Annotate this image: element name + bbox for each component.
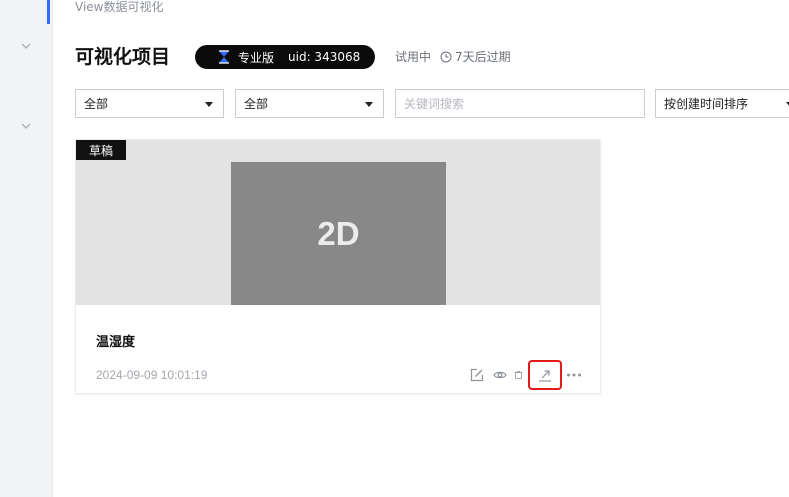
more-icon[interactable]	[564, 367, 584, 383]
project-card[interactable]: 2D 草稿 温湿度 2024-09-09 10:01:19	[75, 139, 601, 394]
plan-name: 专业版	[238, 50, 275, 65]
sort-select-value: 按创建时间排序	[664, 97, 749, 111]
share-icon	[539, 370, 551, 382]
plan-badge: 专业版 uid: 343068	[195, 45, 375, 69]
clock-icon	[440, 51, 452, 63]
trial-status: 试用中	[395, 50, 432, 64]
search-input[interactable]	[395, 89, 645, 118]
draft-tag: 草稿	[76, 140, 126, 160]
edit-icon[interactable]	[469, 367, 485, 383]
project-name: 温湿度	[96, 335, 136, 350]
trial-info: 试用中 7天后过期	[395, 49, 511, 65]
eye-icon[interactable]	[492, 367, 508, 383]
filter-select-1-value: 全部	[84, 97, 109, 111]
caret-down-icon	[365, 102, 373, 107]
filter-select-2[interactable]: 全部	[235, 89, 384, 118]
caret-down-icon	[205, 102, 213, 107]
thumbnail-placeholder: 2D	[231, 162, 446, 305]
chevron-down-icon[interactable]	[19, 119, 33, 133]
card-actions	[469, 360, 584, 390]
trash-icon[interactable]	[514, 367, 523, 383]
share-button[interactable]	[528, 360, 562, 390]
sidebar	[0, 0, 53, 497]
page-title: 可视化项目	[75, 46, 171, 68]
filter-select-1[interactable]: 全部	[75, 89, 224, 118]
sort-select[interactable]: 按创建时间排序	[655, 89, 789, 118]
breadcrumb[interactable]: View数据可视化	[75, 0, 163, 15]
project-thumbnail[interactable]: 2D 草稿	[76, 140, 600, 305]
sidebar-active-indicator	[47, 0, 50, 24]
trial-expiry: 7天后过期	[455, 50, 511, 64]
chevron-down-icon[interactable]	[19, 39, 33, 53]
uid-label: uid: 343068	[288, 50, 361, 64]
project-created-time: 2024-09-09 10:01:19	[96, 368, 208, 382]
hourglass-icon	[218, 50, 230, 64]
filter-select-2-value: 全部	[244, 97, 269, 111]
